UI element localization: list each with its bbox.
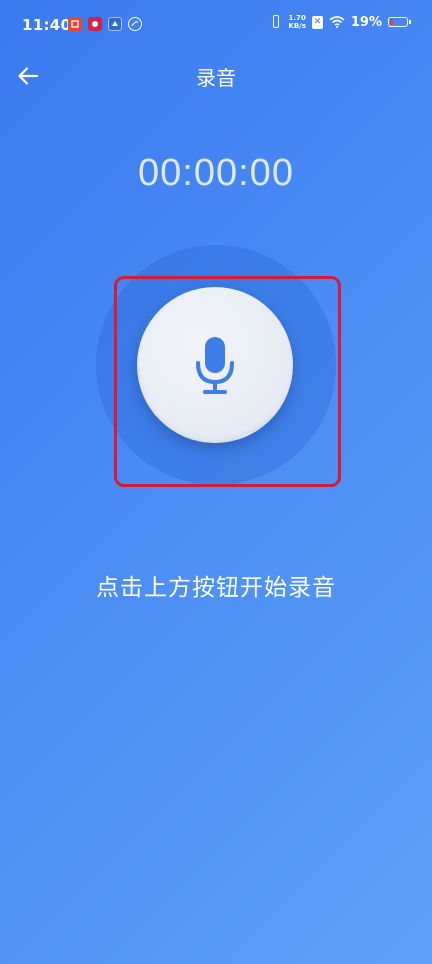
status-time: 11:40 [22, 16, 72, 34]
app-notification-icon [128, 17, 142, 31]
system-icons: 1.70 KB/s ✕ 19% [270, 14, 411, 30]
app-header: 录音 [0, 52, 432, 98]
no-sim-icon: ✕ [311, 15, 323, 29]
recording-timer: 00:00:00 [138, 152, 294, 194]
notification-icons [68, 17, 142, 31]
app-notification-icon [68, 17, 82, 31]
app-notification-icon [88, 17, 102, 31]
page-title: 录音 [196, 66, 236, 90]
record-hint-text: 点击上方按钮开始录音 [96, 575, 336, 601]
net-speed-value: 1.70 [288, 14, 306, 22]
net-speed-unit: KB/s [288, 22, 306, 30]
battery-percent: 19% [350, 14, 382, 30]
status-bar: 11:40 1.70 KB/s ✕ 19% [0, 0, 432, 52]
app-notification-icon [108, 17, 122, 31]
battery-icon [388, 17, 411, 27]
network-speed: 1.70 KB/s [288, 14, 305, 30]
vibrate-icon [270, 14, 282, 30]
highlight-frame [114, 276, 341, 487]
wifi-icon [329, 16, 345, 28]
